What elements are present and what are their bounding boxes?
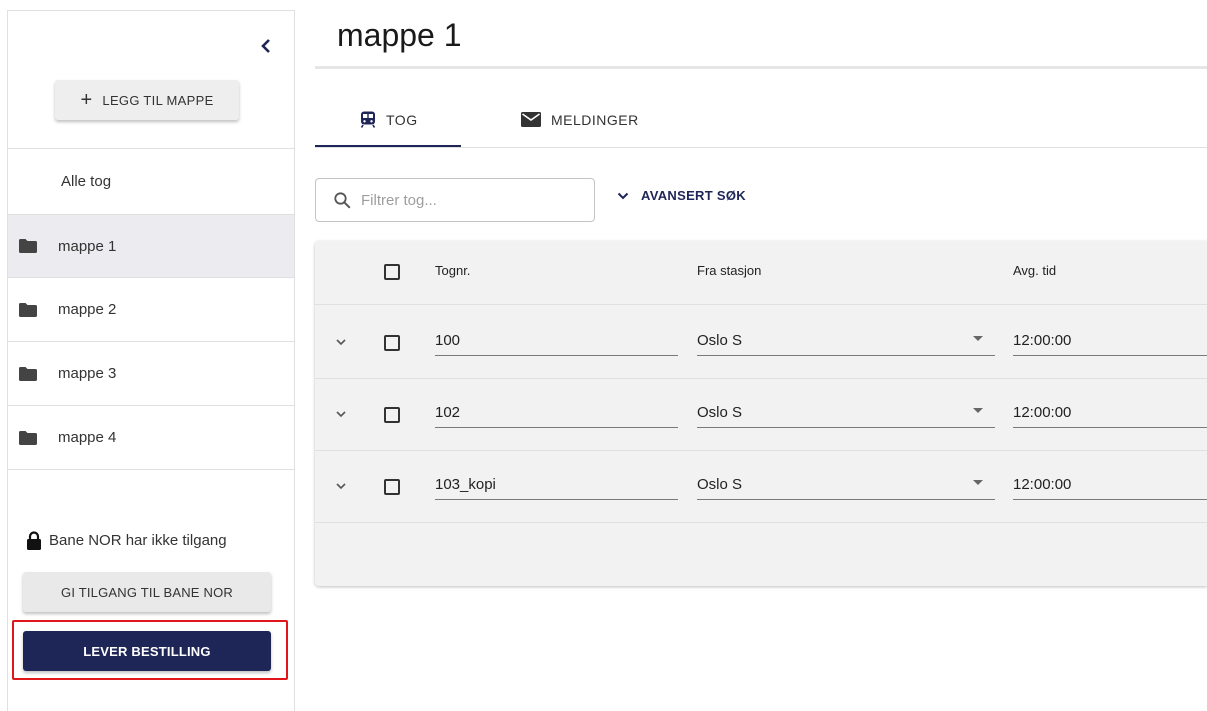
sidebar-item-label: mappe 4: [58, 429, 117, 446]
from-station-select[interactable]: Oslo S: [697, 332, 995, 356]
from-station-value: Oslo S: [697, 332, 743, 349]
access-status-text: Bane NOR har ikke tilgang: [49, 532, 227, 549]
train-no-field[interactable]: 102: [435, 404, 678, 428]
expand-row-icon[interactable]: [333, 478, 349, 494]
advanced-search-button[interactable]: AVANSERT SØK: [617, 188, 746, 203]
add-folder-label: LEGG TIL MAPPE: [102, 92, 214, 108]
sidebar-item-mappe-2[interactable]: mappe 2: [8, 278, 294, 342]
dropdown-arrow-icon: [973, 408, 983, 413]
sidebar-item-mappe-1[interactable]: mappe 1: [8, 214, 294, 278]
column-header-train-no: Tognr.: [435, 263, 471, 278]
title-divider: [315, 66, 1207, 69]
from-station-value: Oslo S: [697, 476, 743, 493]
folder-icon: [19, 366, 37, 381]
trains-table: Tognr. Fra stasjon Avg. tid 100 Oslo S 1…: [315, 241, 1207, 586]
from-station-select[interactable]: Oslo S: [697, 404, 995, 428]
row-checkbox[interactable]: [384, 407, 400, 423]
grant-access-button[interactable]: GI TILGANG TIL BANE NOR: [23, 572, 271, 612]
train-icon: [360, 111, 376, 128]
from-station-value: Oslo S: [697, 404, 743, 421]
from-station-select[interactable]: Oslo S: [697, 476, 995, 500]
column-header-from-station: Fra stasjon: [697, 263, 762, 278]
page-title: mappe 1: [337, 17, 462, 53]
chevron-down-icon: [617, 192, 629, 199]
sidebar-item-all-trains[interactable]: Alle tog: [8, 149, 294, 214]
departure-time-field[interactable]: 12:00:00: [1013, 332, 1207, 356]
folder-icon: [19, 430, 37, 445]
mail-icon: [521, 112, 541, 127]
row-checkbox[interactable]: [384, 335, 400, 351]
dropdown-arrow-icon: [973, 480, 983, 485]
lock-icon: [27, 531, 41, 550]
sidebar-item-label: Alle tog: [61, 173, 112, 190]
folder-list: Alle tog mappe 1 mappe 2 mappe 3 mappe 4: [8, 149, 294, 470]
column-header-departure-time: Avg. tid: [1013, 263, 1057, 278]
deliver-order-button[interactable]: LEVER BESTILLING: [23, 631, 271, 671]
folder-icon: [19, 302, 37, 317]
tab-label: MELDINGER: [551, 111, 639, 128]
table-row: 103_kopi Oslo S 12:00:00: [315, 450, 1207, 523]
chevron-left-icon: [261, 39, 270, 53]
table-row: 100 Oslo S 12:00:00: [315, 306, 1207, 379]
access-status: Bane NOR har ikke tilgang: [26, 531, 227, 550]
departure-time-field[interactable]: 12:00:00: [1013, 404, 1207, 428]
sidebar-item-mappe-3[interactable]: mappe 3: [8, 342, 294, 406]
filter-trains-input[interactable]: [361, 191, 581, 209]
select-all-checkbox[interactable]: [384, 264, 400, 280]
expand-row-icon[interactable]: [333, 334, 349, 350]
sidebar-item-label: mappe 2: [58, 301, 117, 318]
tab-tog[interactable]: TOG: [360, 92, 418, 147]
filter-trains-field[interactable]: [315, 178, 595, 222]
plus-icon: +: [80, 89, 93, 111]
train-no-field[interactable]: 103_kopi: [435, 476, 678, 500]
train-no-field[interactable]: 100: [435, 332, 678, 356]
advanced-search-label: AVANSERT SØK: [641, 188, 746, 203]
collapse-sidebar-button[interactable]: [255, 31, 277, 61]
active-tab-indicator: [315, 145, 461, 147]
add-folder-button[interactable]: + LEGG TIL MAPPE: [55, 80, 239, 120]
tab-meldinger[interactable]: MELDINGER: [521, 92, 639, 147]
tab-label: TOG: [386, 111, 418, 128]
search-icon: [334, 191, 351, 209]
sidebar: + LEGG TIL MAPPE Alle tog mappe 1 mappe …: [7, 10, 295, 711]
tab-bar: TOG MELDINGER: [315, 92, 1207, 148]
table-row: 102 Oslo S 12:00:00: [315, 378, 1207, 451]
departure-time-field[interactable]: 12:00:00: [1013, 476, 1207, 500]
sidebar-item-label: mappe 1: [58, 237, 117, 255]
dropdown-arrow-icon: [973, 336, 983, 341]
sidebar-item-mappe-4[interactable]: mappe 4: [8, 406, 294, 470]
row-checkbox[interactable]: [384, 479, 400, 495]
expand-row-icon[interactable]: [333, 406, 349, 422]
table-header: Tognr. Fra stasjon Avg. tid: [315, 241, 1207, 305]
sidebar-item-label: mappe 3: [58, 365, 117, 382]
folder-icon: [19, 239, 37, 253]
